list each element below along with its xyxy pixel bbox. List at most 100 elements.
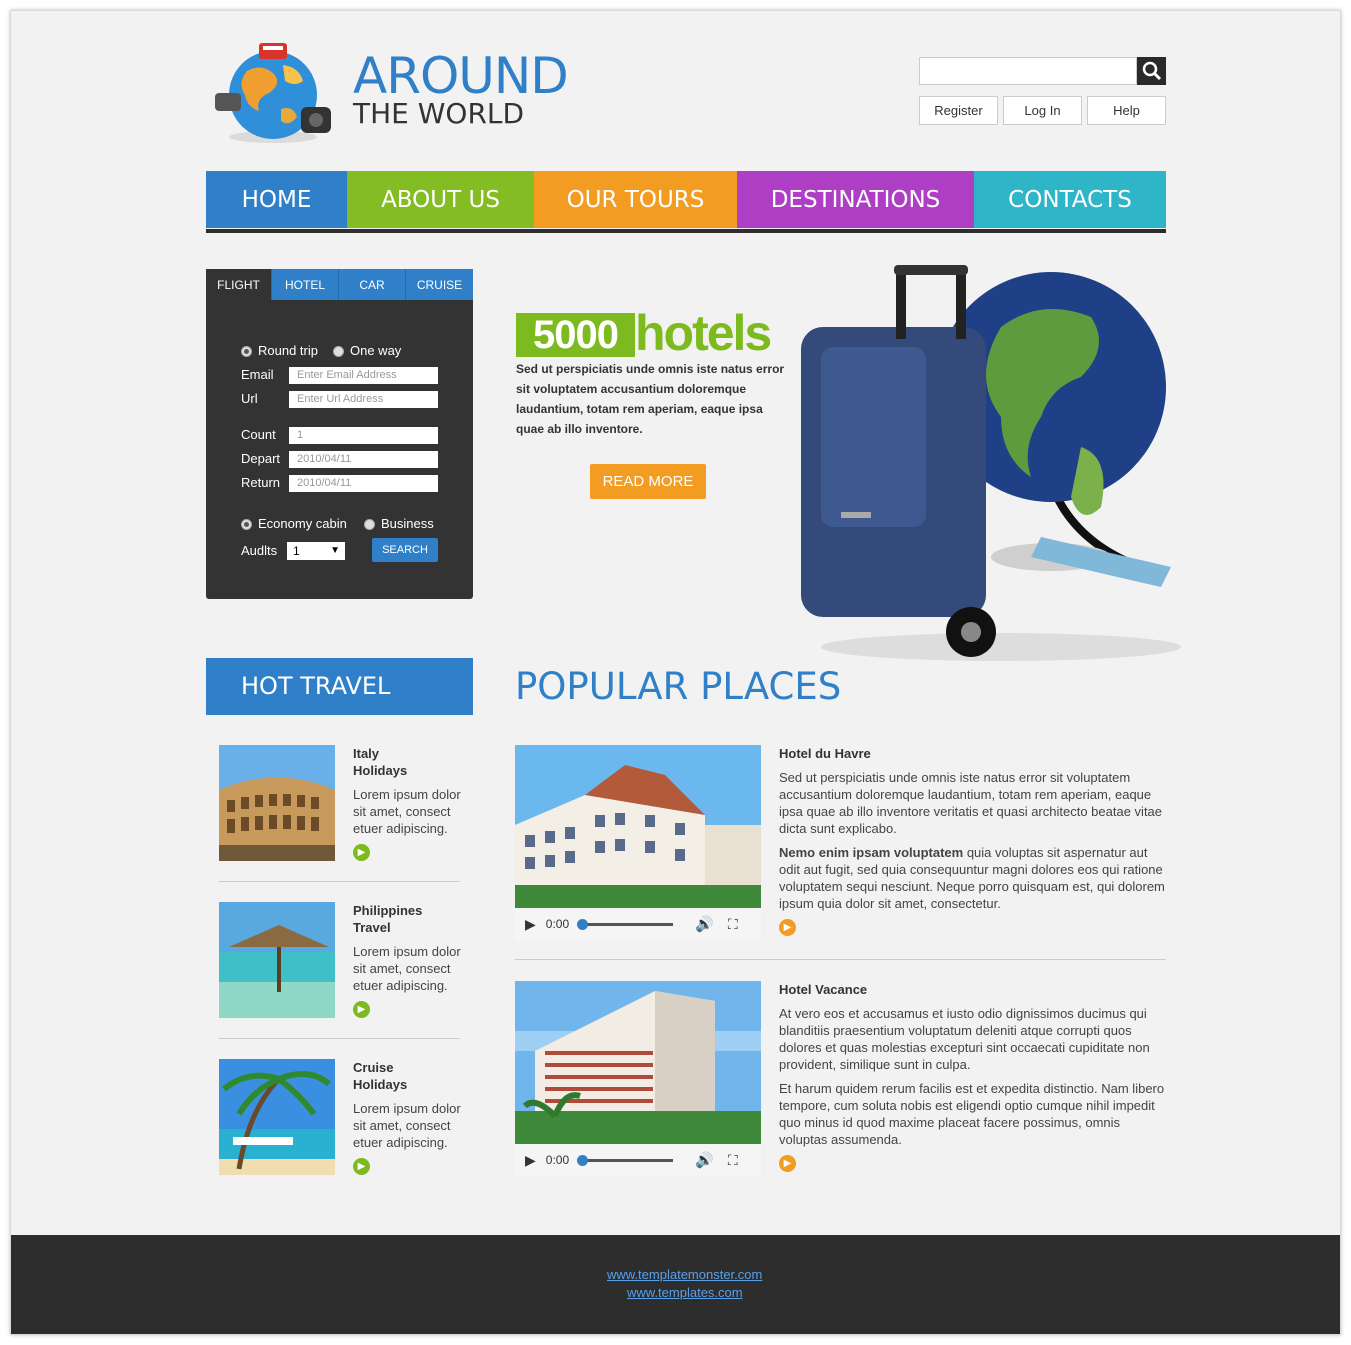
url-label: Url bbox=[241, 391, 258, 406]
logo-title: AROUND bbox=[353, 47, 569, 105]
volume-icon[interactable]: 🔊 bbox=[695, 1151, 714, 1169]
volume-icon[interactable]: 🔊 bbox=[695, 915, 714, 933]
arrow-right-icon[interactable]: ▶ bbox=[353, 844, 370, 861]
nav-divider bbox=[206, 229, 1166, 233]
round-trip-radio[interactable] bbox=[241, 346, 252, 357]
url-field[interactable]: Enter Url Address bbox=[289, 391, 438, 408]
audio-player: ▶ 0:00 🔊 ⛶ bbox=[515, 908, 761, 940]
hot-item-text: Lorem ipsum dolor sit amet, consect etue… bbox=[353, 1101, 461, 1150]
page: AROUND THE WORLD Register Log In Help HO… bbox=[10, 10, 1341, 1335]
hot-item-title: Italy Holidays bbox=[353, 745, 407, 779]
promo-word: hotels bbox=[635, 305, 772, 361]
round-trip-label: Round trip bbox=[258, 343, 318, 358]
nav-contacts[interactable]: CONTACTS bbox=[974, 171, 1166, 228]
fullscreen-icon[interactable]: ⛶ bbox=[728, 1152, 738, 1169]
suitcase-globe-image bbox=[781, 247, 1181, 667]
search-flight-button[interactable]: SEARCH bbox=[372, 538, 438, 562]
return-label: Return bbox=[241, 475, 281, 490]
hot-item-title: Cruise Holidays bbox=[353, 1059, 407, 1093]
tab-hotel[interactable]: HOTEL bbox=[272, 269, 339, 300]
login-button[interactable]: Log In bbox=[1003, 96, 1082, 125]
depart-label: Depart bbox=[241, 451, 281, 466]
dropdown-arrow-icon: ▼ bbox=[330, 545, 340, 556]
one-way-radio[interactable] bbox=[333, 346, 344, 357]
business-label: Business bbox=[381, 516, 434, 531]
depart-field[interactable]: 2010/04/11 bbox=[289, 451, 438, 468]
logo-subtitle: THE WORLD bbox=[353, 97, 525, 130]
hotel-vacance-image[interactable] bbox=[515, 981, 761, 1144]
one-way-label: One way bbox=[350, 343, 402, 358]
booking-panel: Round trip One way Email Enter Email Add… bbox=[206, 300, 473, 599]
play-icon[interactable]: ▶ bbox=[525, 916, 536, 933]
hot-item-title-line1: Cruise bbox=[353, 1060, 394, 1075]
player-time: 0:00 bbox=[545, 1153, 570, 1167]
place-text-1: At vero eos et accusamus et iusto odio d… bbox=[779, 1006, 1150, 1072]
arrow-right-icon[interactable]: ▶ bbox=[779, 1155, 796, 1172]
place-text-2: Nemo enim ipsam voluptatem quia voluptas… bbox=[779, 844, 1165, 912]
count-field[interactable]: 1 bbox=[289, 427, 438, 444]
nav-about-us[interactable]: ABOUT US bbox=[347, 171, 534, 228]
search-button[interactable] bbox=[1137, 57, 1166, 85]
tab-cruise[interactable]: CRUISE bbox=[406, 269, 473, 300]
adults-label: Audlts bbox=[241, 543, 278, 558]
popular-places-heading: POPULAR PLACES bbox=[515, 665, 842, 708]
player-time: 0:00 bbox=[545, 917, 570, 931]
place-text-2: Et harum quidem rerum facilis est et exp… bbox=[779, 1081, 1165, 1147]
play-icon[interactable]: ▶ bbox=[525, 1152, 536, 1169]
place-text-1: Sed ut perspiciatis unde omnis iste natu… bbox=[779, 770, 1163, 836]
email-field[interactable]: Enter Email Address bbox=[289, 367, 438, 384]
adults-select[interactable]: 1 ▼ bbox=[287, 542, 345, 560]
place-text-bold: Nemo enim ipsam voluptatem bbox=[779, 845, 964, 860]
hot-item-text: Lorem ipsum dolor sit amet, consect etue… bbox=[353, 787, 461, 836]
hotel-du-havre-image[interactable] bbox=[515, 745, 761, 908]
cruise-image[interactable] bbox=[219, 1059, 335, 1175]
nav-home[interactable]: HOME bbox=[206, 171, 347, 228]
promo-text: Sed ut perspiciatis unde omnis iste natu… bbox=[516, 362, 785, 436]
arrow-right-icon[interactable]: ▶ bbox=[353, 1158, 370, 1175]
hot-item-text: Lorem ipsum dolor sit amet, consect etue… bbox=[353, 944, 461, 993]
booking-tabs: FLIGHT HOTEL CAR CRUISE bbox=[206, 269, 473, 300]
arrow-right-icon[interactable]: ▶ bbox=[779, 919, 796, 936]
email-label: Email bbox=[241, 367, 274, 382]
seek-bar[interactable] bbox=[577, 918, 674, 930]
logo-globe-icon[interactable] bbox=[211, 37, 336, 145]
place-title: Hotel Vacance bbox=[779, 982, 868, 997]
place-divider bbox=[515, 959, 1166, 960]
footer-link-templates[interactable]: www.templates.com bbox=[627, 1285, 743, 1300]
nav-our-tours[interactable]: OUR TOURS bbox=[534, 171, 737, 228]
tab-flight[interactable]: FLIGHT bbox=[206, 269, 272, 300]
return-field[interactable]: 2010/04/11 bbox=[289, 475, 438, 492]
hot-item-title-line1: Italy bbox=[353, 746, 380, 761]
nav-destinations[interactable]: DESTINATIONS bbox=[737, 171, 974, 228]
seek-bar[interactable] bbox=[577, 1154, 674, 1166]
fullscreen-icon[interactable]: ⛶ bbox=[728, 916, 738, 933]
place-title: Hotel du Havre bbox=[779, 746, 871, 761]
footer-link-templatemonster[interactable]: www.templatemonster.com bbox=[607, 1267, 762, 1282]
search-icon bbox=[1142, 61, 1161, 81]
italy-image[interactable] bbox=[219, 745, 335, 861]
hot-divider bbox=[219, 1038, 460, 1039]
hot-item-title-line1: Philippines bbox=[353, 903, 423, 918]
promo-number: 5000 bbox=[516, 313, 635, 357]
read-more-button[interactable]: READ MORE bbox=[590, 464, 706, 499]
count-label: Count bbox=[241, 427, 276, 442]
philippines-image[interactable] bbox=[219, 902, 335, 1018]
economy-label: Economy cabin bbox=[258, 516, 347, 531]
hot-item-title-line2: Holidays bbox=[353, 1077, 408, 1092]
economy-radio[interactable] bbox=[241, 519, 252, 530]
search-input[interactable] bbox=[919, 57, 1137, 85]
tab-car[interactable]: CAR bbox=[339, 269, 406, 300]
main-nav: HOME ABOUT US OUR TOURS DESTINATIONS CON… bbox=[206, 171, 1166, 228]
help-button[interactable]: Help bbox=[1087, 96, 1166, 125]
hot-divider bbox=[219, 881, 460, 882]
hot-item-title: Philippines Travel bbox=[353, 902, 422, 936]
hot-travel-heading: HOT TRAVEL bbox=[206, 658, 473, 715]
hot-item-title-line2: Travel bbox=[353, 920, 391, 935]
hot-item-title-line2: Holidays bbox=[353, 763, 408, 778]
business-radio[interactable] bbox=[364, 519, 375, 530]
audio-player: ▶ 0:00 🔊 ⛶ bbox=[515, 1144, 761, 1176]
register-button[interactable]: Register bbox=[919, 96, 998, 125]
footer: www.templatemonster.com www.templates.co… bbox=[11, 1235, 1340, 1334]
arrow-right-icon[interactable]: ▶ bbox=[353, 1001, 370, 1018]
adults-value: 1 bbox=[293, 544, 300, 558]
